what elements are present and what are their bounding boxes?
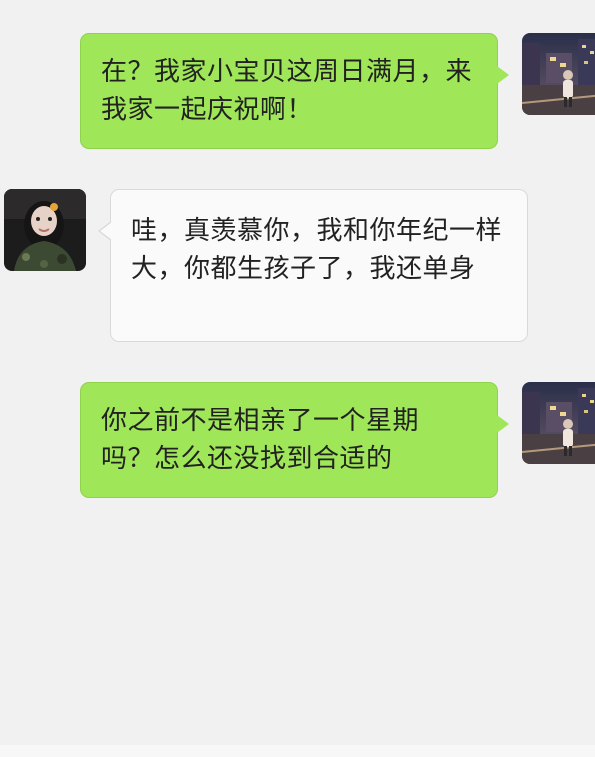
my-avatar[interactable] — [522, 33, 595, 115]
friend-avatar[interactable] — [4, 189, 86, 271]
sent-message-bubble[interactable]: 在？我家小宝贝这周日满月，来我家一起庆祝啊！ — [80, 33, 509, 149]
chat-area[interactable]: 在？我家小宝贝这周日满月，来我家一起庆祝啊！ 哇，真羡慕你，我和你年纪一样大，你… — [0, 0, 595, 745]
night-street-photo-icon — [522, 33, 595, 115]
night-street-photo-icon — [522, 382, 595, 464]
input-bar-edge — [0, 745, 595, 757]
girl-portrait-photo-icon — [4, 189, 86, 271]
sent-message-bubble[interactable]: 你之前不是相亲了一个星期吗？怎么还没找到合适的 — [80, 382, 509, 498]
message-text: 在？我家小宝贝这周日满月，来我家一起庆祝啊！ — [101, 57, 473, 125]
message-text: 你之前不是相亲了一个星期吗？怎么还没找到合适的 — [101, 406, 420, 474]
my-avatar[interactable] — [522, 382, 595, 464]
received-message-bubble[interactable]: 哇，真羡慕你，我和你年纪一样大，你都生孩子了，我还单身 — [98, 189, 528, 342]
message-text: 哇，真羡慕你，我和你年纪一样大，你都生孩子了，我还单身 — [131, 216, 503, 284]
